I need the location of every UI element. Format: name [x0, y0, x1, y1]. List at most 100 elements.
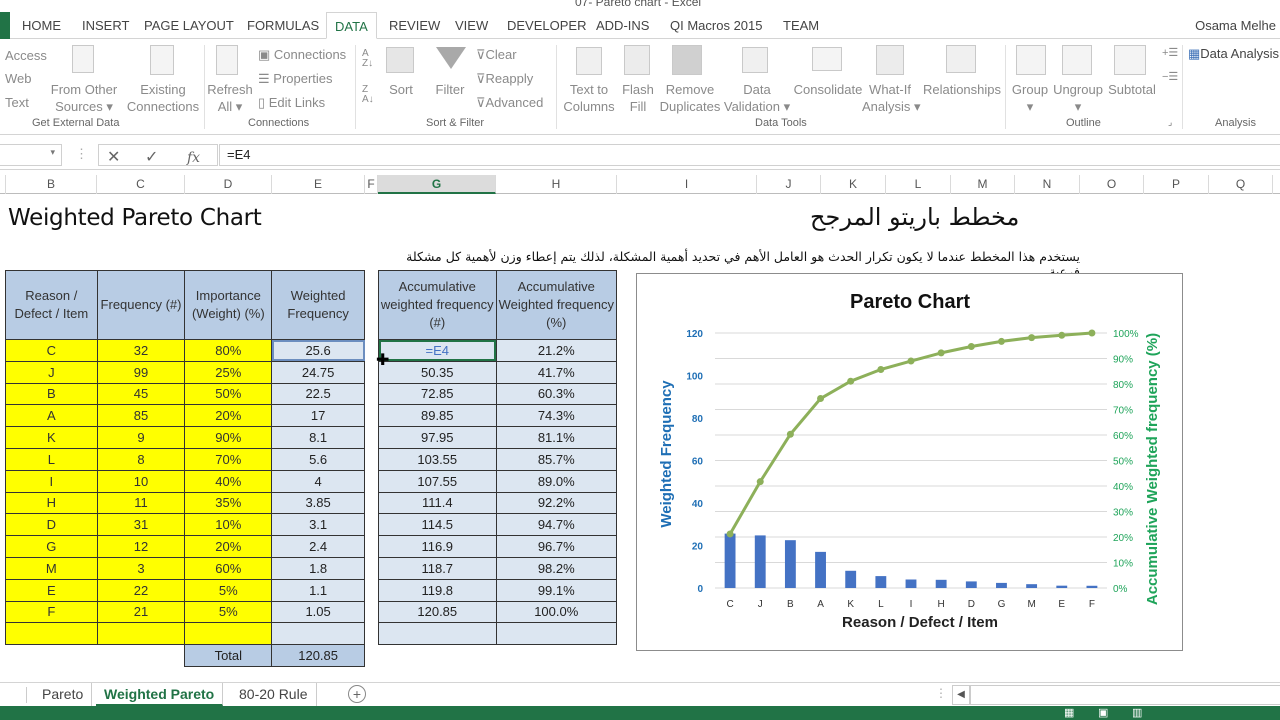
cell-weighted-frequency[interactable]: 24.75 [271, 360, 365, 384]
sort-button[interactable]: Sort [381, 81, 421, 98]
cell-weighted-frequency[interactable]: 3.1 [271, 513, 365, 537]
line-point[interactable] [817, 395, 825, 403]
scroll-split-grip-icon[interactable]: ⋮ [935, 686, 947, 700]
from-other-sources-button[interactable]: From Other Sources ▾ [48, 81, 120, 115]
cell-weighted-frequency[interactable]: 8.1 [271, 426, 365, 449]
cell-accumulative-percent[interactable]: 99.1% [495, 578, 618, 602]
cell-accumulative-number[interactable]: 50.35 [378, 360, 497, 384]
cell-reason[interactable]: E [5, 578, 98, 602]
line-point[interactable] [1088, 329, 1096, 337]
tab-team[interactable]: TEAM [775, 12, 827, 39]
cell-weighted-frequency[interactable] [271, 622, 365, 646]
cell-weighted-frequency[interactable]: 4 [271, 469, 365, 493]
cell-frequency[interactable]: 45 [96, 382, 186, 406]
cell-weighted-frequency[interactable]: 5.6 [271, 447, 365, 471]
cell-reason[interactable]: H [5, 491, 98, 515]
ungroup-button[interactable]: Ungroup ▾ [1050, 81, 1106, 115]
insert-function-icon[interactable]: fx [187, 147, 200, 169]
cell-frequency[interactable]: 85 [96, 404, 186, 428]
cell-frequency[interactable]: 31 [96, 513, 186, 537]
bar[interactable] [875, 576, 887, 588]
total-value[interactable]: 120.85 [271, 644, 365, 667]
cell-accumulative-number[interactable]: 97.95 [378, 426, 497, 449]
tab-view[interactable]: VIEW [447, 12, 496, 39]
hide-detail-icon[interactable]: −☰ [1162, 69, 1178, 86]
cell-accumulative-number[interactable]: 118.7 [378, 556, 497, 580]
line-point[interactable] [907, 357, 915, 365]
clear-button[interactable]: ⊽Clear [476, 46, 517, 63]
cell-reason[interactable]: C [5, 339, 98, 362]
column-header-j[interactable]: J [757, 175, 821, 194]
column-header-f[interactable]: F [365, 175, 378, 194]
cell-accumulative-number[interactable]: 103.55 [378, 447, 497, 471]
cell-frequency[interactable]: 11 [96, 491, 186, 515]
horizontal-scrollbar[interactable] [970, 685, 1280, 705]
bar[interactable] [815, 551, 826, 588]
consolidate-button[interactable]: Consolidate [792, 81, 864, 98]
tab-developer[interactable]: DEVELOPER [499, 12, 594, 39]
worksheet[interactable]: Weighted Pareto Chart مخطط باريتو المرجح… [0, 195, 1280, 682]
flash-fill-button[interactable]: Flash Fill [620, 81, 656, 115]
cell-reason[interactable]: J [5, 360, 98, 384]
line-point[interactable] [756, 478, 764, 486]
cell-accumulative-percent[interactable]: 85.7% [495, 447, 618, 471]
cell-frequency[interactable]: 32 [96, 339, 186, 362]
column-header-c[interactable]: C [97, 175, 185, 194]
page-break-view-icon[interactable]: ▥ [1132, 706, 1142, 720]
column-header-o[interactable]: O [1080, 175, 1144, 194]
column-header-g[interactable]: G [378, 175, 496, 194]
line-point[interactable] [967, 343, 975, 351]
bar[interactable] [845, 570, 857, 588]
line-point[interactable] [726, 530, 734, 538]
cell-importance[interactable]: 25% [184, 360, 273, 384]
sort-a-z-button[interactable]: A Z↓ [362, 49, 373, 69]
remove-duplicates-button[interactable]: Remove Duplicates [658, 81, 722, 115]
tab-formulas[interactable]: FORMULAS [239, 12, 327, 39]
cell-weighted-frequency[interactable]: 3.85 [271, 491, 365, 515]
advanced-button[interactable]: ⊽Advanced [476, 94, 543, 111]
cell-accumulative-number[interactable]: 111.4 [378, 491, 497, 515]
cell-reason[interactable] [5, 622, 98, 646]
cell-accumulative-percent[interactable] [495, 622, 618, 646]
cell-accumulative-percent[interactable]: 94.7% [495, 513, 618, 537]
new-sheet-icon[interactable]: + [348, 685, 366, 703]
cell-weighted-frequency[interactable]: 2.4 [271, 535, 365, 558]
column-header-d[interactable]: D [185, 175, 272, 194]
cell-weighted-frequency[interactable]: 17 [271, 404, 365, 428]
formula-input[interactable]: =E4 [219, 144, 1280, 166]
cell-frequency[interactable]: 9 [96, 426, 186, 449]
tab-page-layout[interactable]: PAGE LAYOUT [136, 12, 242, 39]
cell-weighted-frequency[interactable]: 1.8 [271, 556, 365, 580]
group-button[interactable]: Group ▾ [1010, 81, 1050, 115]
cell-reason[interactable]: G [5, 535, 98, 558]
cell-reason[interactable]: K [5, 426, 98, 449]
cell-weighted-frequency[interactable]: 1.1 [271, 578, 365, 602]
tab-home[interactable]: HOME [14, 12, 69, 39]
cell-accumulative-number[interactable]: 114.5 [378, 513, 497, 537]
show-detail-icon[interactable]: +☰ [1162, 45, 1178, 62]
bar[interactable] [1086, 585, 1098, 588]
column-header-b[interactable]: B [6, 175, 97, 194]
cell-accumulative-number[interactable]: 119.8 [378, 578, 497, 602]
name-box[interactable]: ▾ [0, 144, 62, 166]
cell-importance[interactable]: 20% [184, 404, 273, 428]
enter-icon[interactable]: ✓ [145, 147, 158, 169]
from-text-button[interactable]: Text [5, 94, 29, 111]
cell-reason[interactable]: L [5, 447, 98, 471]
cell-accumulative-percent[interactable]: 89.0% [495, 469, 618, 493]
column-header-l[interactable]: L [886, 175, 951, 194]
from-access-button[interactable]: Access [5, 47, 47, 64]
from-web-button[interactable]: Web [5, 70, 32, 87]
tab-insert[interactable]: INSERT [74, 12, 137, 39]
column-header-k[interactable]: K [821, 175, 886, 194]
column-header-q[interactable]: Q [1209, 175, 1273, 194]
tab-add-ins[interactable]: ADD-INS [588, 12, 657, 39]
sheet-tab-pareto[interactable]: Pareto [34, 683, 93, 706]
column-header-n[interactable]: N [1015, 175, 1080, 194]
cell-reason[interactable]: B [5, 382, 98, 406]
cell-reason[interactable]: I [5, 469, 98, 493]
cell-importance[interactable]: 5% [184, 600, 273, 624]
cancel-icon[interactable]: ✕ [107, 147, 120, 169]
bar[interactable] [1026, 584, 1038, 588]
cell-frequency[interactable]: 12 [96, 535, 186, 558]
